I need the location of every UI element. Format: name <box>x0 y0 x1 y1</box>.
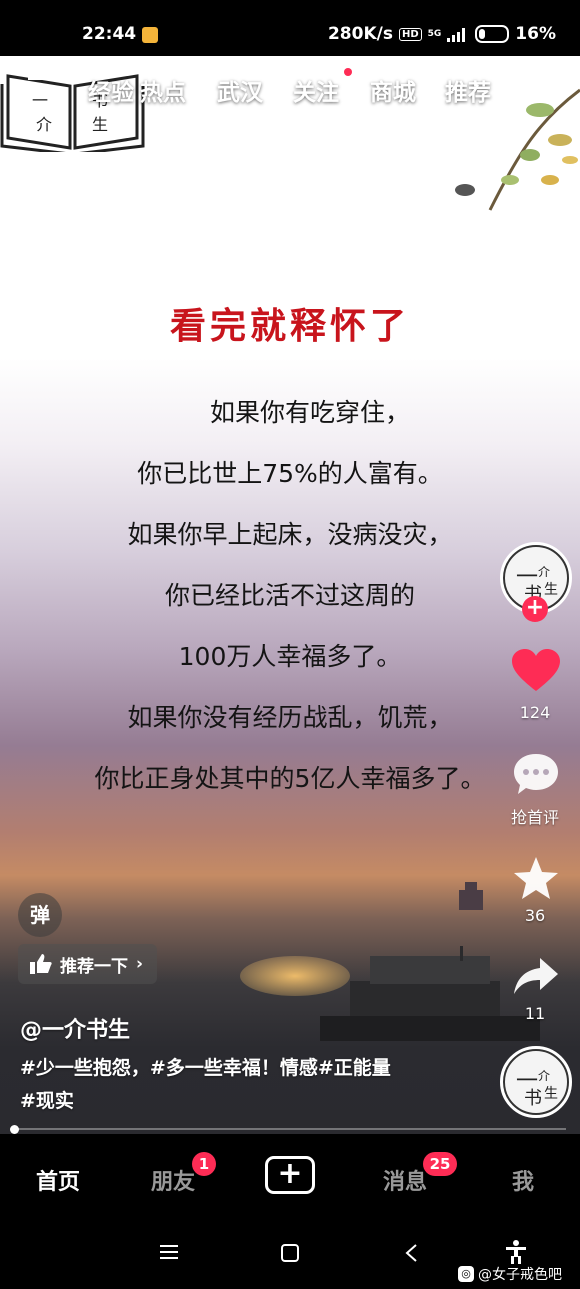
comment-icon[interactable] <box>512 752 560 796</box>
app-notification-icon <box>142 27 158 43</box>
svg-text:生: 生 <box>544 582 558 598</box>
watermark: ◎ @女子戒色吧 <box>458 1264 562 1284</box>
poem-line-2: 你已比世上75%的人富有。 <box>137 459 443 488</box>
music-disc[interactable]: 一 介 书 生 <box>500 1046 572 1118</box>
comment-label: 抢首评 <box>510 808 559 827</box>
logo-char-2: 介 <box>36 115 52 134</box>
distant-ship-image <box>459 882 483 910</box>
caption-hashtags[interactable]: #少一些抱怨，#多一些幸福！情感#正能量 <box>20 1052 490 1085</box>
tab-me[interactable]: 我 <box>512 1164 534 1196</box>
logo-char-4: 生 <box>92 115 108 134</box>
recommend-button[interactable]: 推荐一下 › <box>18 944 158 984</box>
danmu-button[interactable]: 弹 <box>18 893 62 937</box>
tab-following[interactable]: 关注 <box>293 73 339 107</box>
network-type: 5G <box>427 29 442 39</box>
hd-icon: HD <box>398 27 422 41</box>
home-nav-icon[interactable] <box>281 1244 299 1262</box>
poem-line-5: 100万人幸福多了。 <box>178 642 402 671</box>
svg-text:介: 介 <box>538 1069 550 1083</box>
status-time: 22:44 <box>82 24 137 44</box>
active-tab-indicator <box>452 110 488 113</box>
search-icon[interactable] <box>524 70 558 104</box>
network-speed: 280K/s <box>327 24 393 44</box>
svg-text:介: 介 <box>538 565 550 579</box>
watermark-text: @女子戒色吧 <box>478 1267 562 1283</box>
battery-icon <box>475 25 510 43</box>
tab-hot[interactable]: 热点 <box>140 73 186 107</box>
tab-wuhan[interactable]: 武汉 <box>217 73 263 107</box>
caption-hashtag-reality[interactable]: #现实 <box>20 1085 490 1118</box>
tab-mall[interactable]: 商城 <box>370 73 416 107</box>
menu-icon[interactable] <box>28 76 54 98</box>
poem-line-1: 如果你有吃穿住， <box>209 398 410 427</box>
poem-line-6: 如果你没有经历战乱，饥荒， <box>127 703 453 732</box>
heart-icon[interactable] <box>512 649 560 693</box>
recommend-label: 推荐一下 <box>60 956 128 977</box>
like-count: 124 <box>519 703 551 722</box>
favorite-count: 36 <box>524 906 546 925</box>
progress-knob[interactable] <box>10 1125 19 1134</box>
video-caption: #少一些抱怨，#多一些幸福！情感#正能量 #现实 <box>20 1052 490 1118</box>
following-notification-dot <box>344 68 352 76</box>
svg-text:书: 书 <box>524 1088 542 1109</box>
chevron-right-icon: › <box>136 954 144 974</box>
tab-friends[interactable]: 朋友 <box>151 1164 195 1196</box>
poem-line-3: 如果你早上起床，没病没灾， <box>127 520 453 549</box>
video-headline: 看完就释怀了 <box>169 305 410 347</box>
friends-badge: 1 <box>192 1152 216 1176</box>
battery-level: 16% <box>515 24 556 44</box>
create-button[interactable]: + <box>265 1156 315 1194</box>
status-indicators: 280K/s HD 5G 16% <box>328 24 556 44</box>
follow-button[interactable]: + <box>522 596 548 622</box>
tab-home[interactable]: 首页 <box>36 1164 80 1196</box>
thumbs-up-icon <box>30 954 52 974</box>
share-count: 11 <box>524 1004 546 1023</box>
tab-recommend[interactable]: 推荐 <box>445 73 491 107</box>
messages-badge: 25 <box>423 1152 457 1176</box>
poem-line-4: 你已经比活不过这周的 <box>164 581 415 610</box>
weibo-logo-icon: ◎ <box>458 1266 474 1282</box>
signal-icon <box>447 28 466 42</box>
boat-silhouette-image <box>320 946 540 1041</box>
star-icon[interactable] <box>512 855 560 901</box>
music-disc-image: 一 介 书 生 <box>503 1049 569 1115</box>
author-name[interactable]: @一介书生 <box>20 1012 130 1044</box>
video-progress-bar[interactable] <box>14 1128 566 1130</box>
accessibility-icon[interactable] <box>505 1240 527 1264</box>
poem-line-7: 你比正身处其中的5亿人幸福多了。 <box>94 764 486 793</box>
tab-experience[interactable]: 经验 <box>88 73 134 107</box>
svg-text:生: 生 <box>544 1086 558 1102</box>
recent-apps-icon[interactable] <box>160 1244 178 1260</box>
share-icon[interactable] <box>512 956 560 998</box>
tab-messages[interactable]: 消息 <box>383 1164 427 1196</box>
back-nav-icon[interactable] <box>404 1243 418 1263</box>
